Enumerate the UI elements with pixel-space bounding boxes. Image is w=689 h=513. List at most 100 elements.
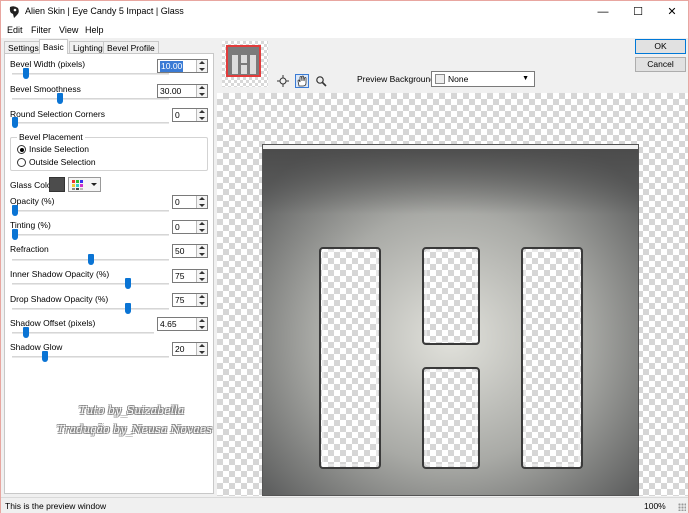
slider-thumb[interactable] [42,351,49,362]
arrow-down-icon[interactable] [199,229,205,232]
spinner-arrows[interactable] [196,221,207,233]
spin-value[interactable]: 10.00 [160,61,184,72]
tab-basic[interactable]: Basic [39,39,68,54]
menu-filter[interactable]: Filter [31,25,51,35]
shadow-glow-input[interactable]: 20 [172,342,208,356]
spin-value[interactable]: 75 [175,295,184,306]
menu-view[interactable]: View [59,25,78,35]
preview-background-select[interactable]: None ▼ [431,71,535,87]
spin-value[interactable]: 75 [175,271,184,282]
maximize-button[interactable]: ☐ [621,1,655,23]
arrow-down-icon[interactable] [199,253,205,256]
spinner-arrows[interactable] [196,343,207,355]
spinner-arrows[interactable] [196,270,207,282]
slider-thumb[interactable] [22,68,29,79]
slider-thumb[interactable] [125,303,132,314]
spinner-arrows[interactable] [196,196,207,208]
shadow-glow-slider[interactable] [12,351,169,362]
minimize-button[interactable]: — [586,1,620,23]
shadow-offset-slider[interactable] [12,327,154,338]
round-corners-slider[interactable] [12,117,169,128]
slider-thumb[interactable] [87,254,94,265]
arrow-down-icon[interactable] [199,278,205,281]
arrow-up-icon[interactable] [199,271,205,274]
tinting-slider[interactable] [12,229,169,240]
spin-value[interactable]: 0 [175,110,180,121]
cancel-button[interactable]: Cancel [635,57,686,72]
opacity-input[interactable]: 0 [172,195,208,209]
glass-preview-image[interactable] [262,144,639,496]
shadow-offset-input[interactable]: 4.65 [157,317,208,331]
resize-grip-icon[interactable] [678,503,686,511]
hand-tool-button[interactable] [295,74,309,88]
slider-thumb[interactable] [12,205,18,216]
arrow-down-icon[interactable] [199,117,205,120]
round-corners-label: Round Selection Corners [10,109,105,119]
arrow-down-icon[interactable] [199,351,205,354]
arrow-up-icon[interactable] [199,86,205,89]
spinner-arrows[interactable] [196,109,207,121]
arrow-down-icon[interactable] [199,326,205,329]
slider-thumb[interactable] [12,117,18,128]
bevel-placement-group: Bevel Placement Inside Selection Outside… [10,132,208,171]
color-picker-button[interactable] [68,177,101,192]
arrow-down-icon[interactable] [199,68,205,71]
slider-thumb[interactable] [57,93,64,104]
arrow-up-icon[interactable] [199,344,205,347]
outside-selection-label[interactable]: Outside Selection [29,157,96,167]
menu-edit[interactable]: Edit [7,25,23,35]
arrow-up-icon[interactable] [199,61,205,64]
arrow-up-icon[interactable] [199,246,205,249]
color-grid-icon [72,180,97,190]
inside-selection-label[interactable]: Inside Selection [29,144,89,154]
spin-value[interactable]: 20 [175,344,184,355]
refraction-slider[interactable] [12,254,169,265]
arrow-down-icon[interactable] [199,302,205,305]
bevel-width-label: Bevel Width (pixels) [10,59,86,69]
arrow-up-icon[interactable] [199,110,205,113]
menu-help[interactable]: Help [85,25,104,35]
spinner-arrows[interactable] [196,60,207,72]
navigator-view-frame[interactable] [226,45,261,77]
arrow-down-icon[interactable] [199,93,205,96]
move-tool-button[interactable] [276,74,290,88]
inner-shadow-opacity-slider[interactable] [12,278,169,289]
zoom-tool-button[interactable] [314,74,328,88]
inside-selection-radio[interactable] [17,145,26,154]
spinner-arrows[interactable] [196,294,207,306]
bevel-smoothness-slider[interactable] [12,93,169,104]
spin-value[interactable]: 50 [175,246,184,257]
spinner-arrows[interactable] [196,85,207,97]
drop-shadow-opacity-slider[interactable] [12,303,169,314]
slider-thumb[interactable] [22,327,29,338]
slider-thumb[interactable] [12,229,18,240]
ok-button[interactable]: OK [635,39,686,54]
arrow-up-icon[interactable] [199,222,205,225]
glass-color-swatch[interactable] [49,177,65,192]
spin-value[interactable]: 0 [175,197,180,208]
drop-shadow-opacity-input[interactable]: 75 [172,293,208,307]
arrow-down-icon[interactable] [199,204,205,207]
refraction-label: Refraction [10,244,49,254]
bevel-placement-title: Bevel Placement [17,132,85,142]
spinner-arrows[interactable] [196,318,207,330]
outside-selection-radio[interactable] [17,158,26,167]
watermark-line-2: Tradução by_Neusa Novaes [57,423,212,436]
spinner-arrows[interactable] [196,245,207,257]
slider-thumb[interactable] [125,278,132,289]
opacity-slider[interactable] [12,205,169,216]
bevel-width-input[interactable]: 10.00 [157,59,208,73]
arrow-up-icon[interactable] [199,197,205,200]
spin-value[interactable]: 30.00 [160,86,181,97]
close-button[interactable]: ✕ [655,1,689,23]
arrow-up-icon[interactable] [199,295,205,298]
spin-value[interactable]: 4.65 [160,319,177,330]
bevel-smoothness-input[interactable]: 30.00 [157,84,208,98]
bevel-width-slider[interactable] [12,68,169,79]
round-corners-input[interactable]: 0 [172,108,208,122]
inner-shadow-opacity-input[interactable]: 75 [172,269,208,283]
arrow-up-icon[interactable] [199,319,205,322]
spin-value[interactable]: 0 [175,222,180,233]
tinting-input[interactable]: 0 [172,220,208,234]
refraction-input[interactable]: 50 [172,244,208,258]
